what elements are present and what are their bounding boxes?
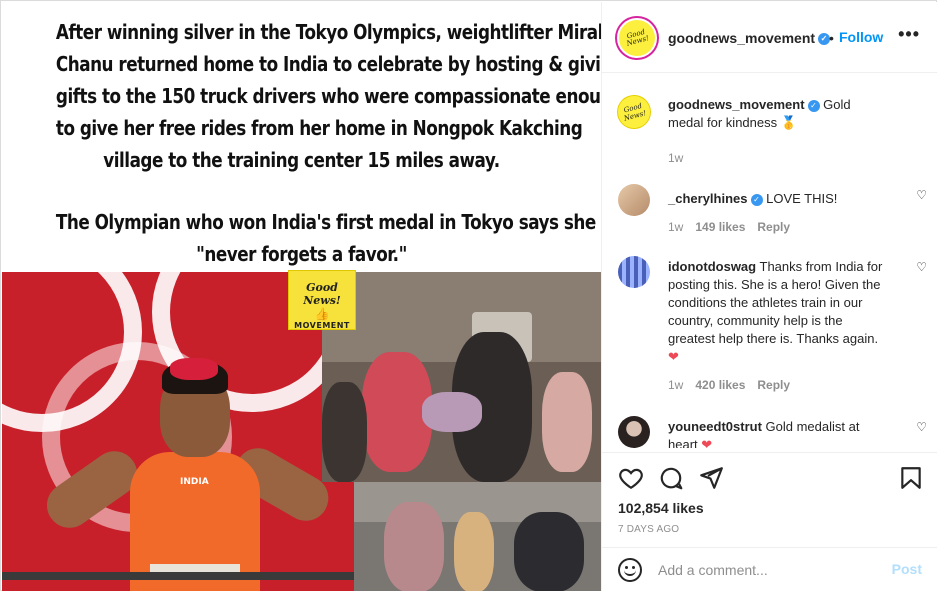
caption-time: 1w <box>668 151 684 165</box>
thumbs-up-icon: 👍 <box>314 307 330 321</box>
emoji-icon[interactable] <box>618 558 642 582</box>
post-timestamp[interactable]: 7 DAYS AGO <box>618 524 679 535</box>
author-avatar[interactable]: Good News! <box>618 96 650 128</box>
heart-icon[interactable]: ♡ <box>916 260 927 274</box>
red-heart-icon: ❤ <box>701 437 713 448</box>
comment-username[interactable]: _cherylhines <box>668 191 748 206</box>
comment-likes[interactable]: 420 likes <box>695 378 745 392</box>
comment-item: _cherylhines ✓ LOVE THIS! 1w 149 likes Repl… <box>618 184 927 244</box>
comment-item: idonotdoswag Thanks from India for posti… <box>618 256 927 396</box>
image-caption-line: Chanu returned home to India to celebrat… <box>55 52 601 76</box>
commenter-avatar[interactable] <box>618 416 650 448</box>
comment-username[interactable]: idonotdoswag <box>668 259 756 274</box>
post-side-panel: Good News! goodnews_movement ✓ • Follow •… <box>601 2 937 591</box>
caption-text: goodnews_movement ✓ Gold medal for kindne… <box>668 96 888 132</box>
celebration-photo <box>322 272 601 482</box>
commenter-avatar[interactable] <box>618 184 650 216</box>
comment-text: youneedt0strut Gold medalist at heart ❤ <box>668 418 888 448</box>
reply-button[interactable]: Reply <box>757 378 790 392</box>
separator-dot: • <box>829 30 834 46</box>
heart-icon[interactable]: ♡ <box>916 188 927 202</box>
comment-item: youneedt0strut Gold medalist at heart ❤ … <box>618 416 927 448</box>
heart-icon[interactable] <box>618 465 644 491</box>
image-caption-line: gifts to the 150 truck drivers who were … <box>55 84 601 108</box>
add-comment-bar: Post <box>602 547 937 591</box>
comment-input[interactable] <box>658 560 878 580</box>
logo-subtitle: MOVEMENT <box>294 321 350 330</box>
share-icon[interactable] <box>698 465 724 491</box>
caption-item: Good News! goodnews_movement ✓ Gold medal… <box>618 96 918 166</box>
comment-likes[interactable]: 149 likes <box>695 220 745 234</box>
post-image[interactable]: After winning silver in the Tokyo Olympi… <box>2 2 601 591</box>
image-caption-block: After winning silver in the Tokyo Olympi… <box>2 2 601 272</box>
verified-icon: ✓ <box>750 193 763 206</box>
image-caption-line: village to the training center 15 miles … <box>103 148 500 172</box>
image-caption-line: After winning silver in the Tokyo Olympi… <box>55 20 601 44</box>
image-caption-line: to give her free rides from her home in … <box>55 116 583 140</box>
post-modal: After winning silver in the Tokyo Olympi… <box>0 0 937 591</box>
more-icon[interactable]: ••• <box>898 24 920 45</box>
verified-icon: ✓ <box>807 99 820 112</box>
good-news-logo: Good News! 👍 MOVEMENT <box>288 270 356 330</box>
post-actions: 102,854 likes 7 DAYS AGO <box>602 452 937 547</box>
commenter-avatar[interactable] <box>618 256 650 288</box>
comment-username[interactable]: youneedt0strut <box>668 419 762 434</box>
comment-text: _cherylhines ✓ LOVE THIS! <box>668 191 838 206</box>
reply-button[interactable]: Reply <box>757 220 790 234</box>
image-quote-line: The Olympian who won India's first medal… <box>55 210 596 234</box>
follow-button[interactable]: Follow <box>839 29 883 45</box>
logo-title: Good News! <box>303 281 341 307</box>
caption-username[interactable]: goodnews_movement <box>668 97 805 112</box>
post-header: Good News! goodnews_movement ✓ • Follow •… <box>602 2 937 73</box>
heart-icon[interactable]: ♡ <box>916 420 927 434</box>
likes-count[interactable]: 102,854 likes <box>618 500 704 516</box>
post-button[interactable]: Post <box>892 561 922 577</box>
author-avatar[interactable]: Good News! <box>617 18 657 58</box>
gift-photo <box>354 482 601 591</box>
author-username[interactable]: goodnews_movement ✓ <box>668 30 831 46</box>
comments-section[interactable]: Good News! goodnews_movement ✓ Gold medal… <box>602 74 937 448</box>
save-icon[interactable] <box>898 465 924 491</box>
comment-meta: 1w 149 likes Reply <box>668 220 791 234</box>
comment-meta: 1w 420 likes Reply <box>668 378 791 392</box>
comment-text: idonotdoswag Thanks from India for posti… <box>668 259 883 364</box>
red-heart-icon: ❤ <box>668 349 679 364</box>
jersey-text: INDIA <box>180 477 209 487</box>
comment-icon[interactable] <box>658 465 684 491</box>
image-quote-line: "never forgets a favor." <box>196 242 407 266</box>
